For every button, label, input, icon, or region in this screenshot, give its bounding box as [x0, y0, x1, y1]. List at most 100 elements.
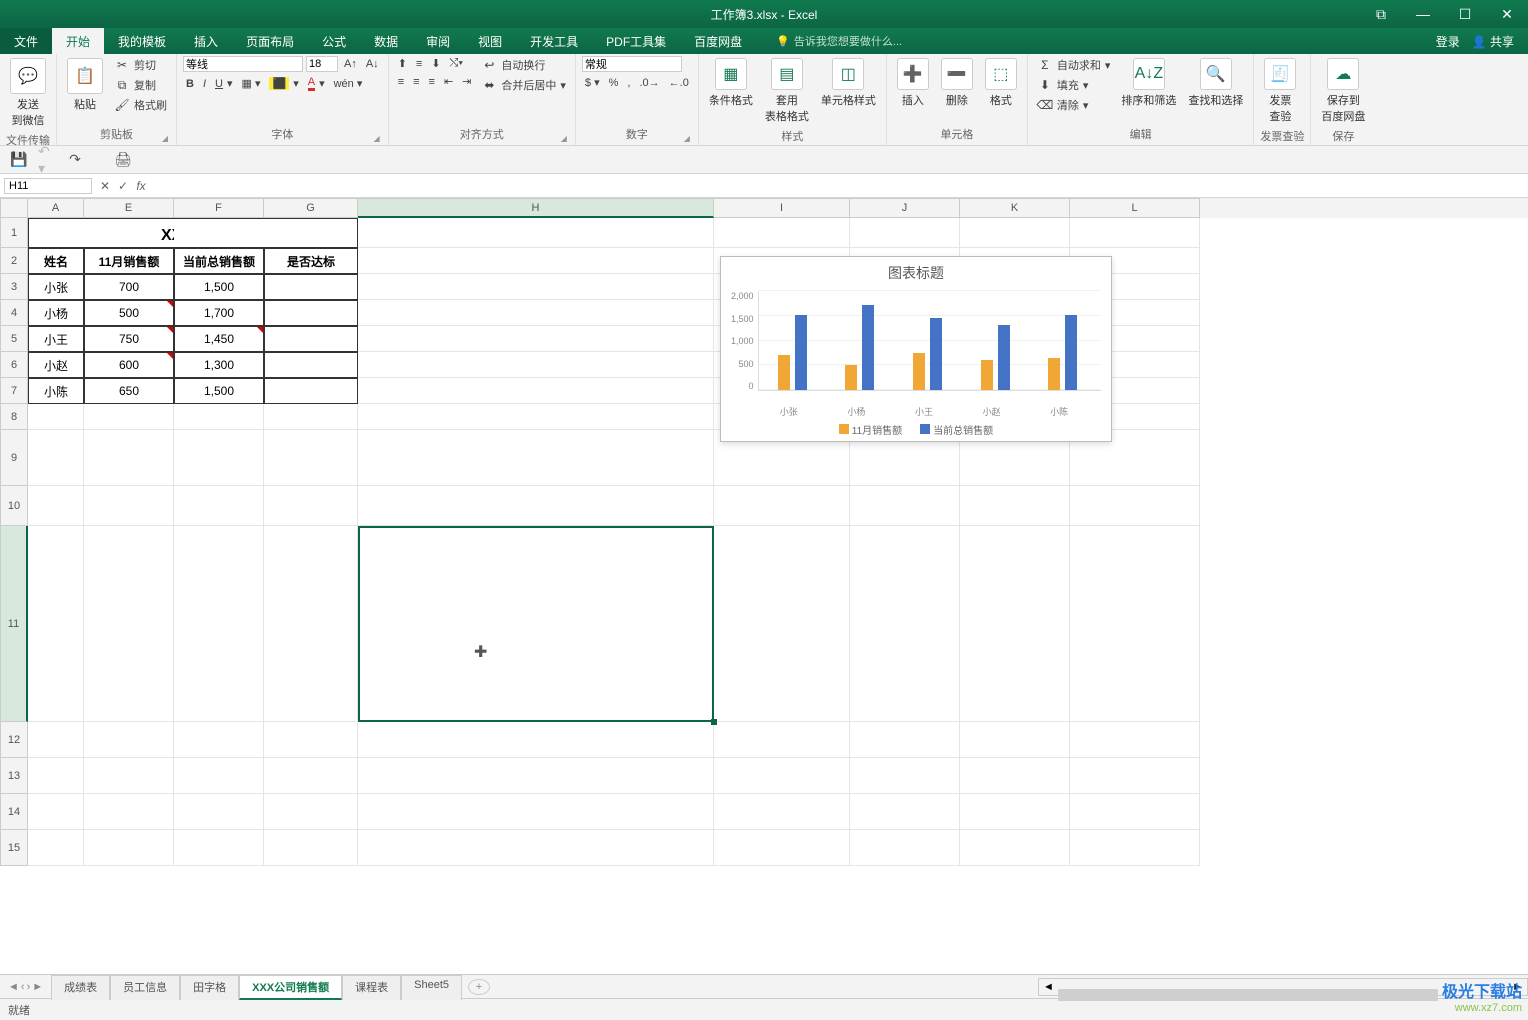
cell-H15[interactable]	[358, 830, 714, 866]
tab-百度网盘[interactable]: 百度网盘	[680, 28, 756, 54]
tab-PDF工具集[interactable]: PDF工具集	[592, 28, 680, 54]
save-to-baidu-button[interactable]: ☁保存到 百度网盘	[1317, 56, 1369, 126]
send-to-wechat-button[interactable]: 💬 发送 到微信	[6, 56, 50, 130]
tab-插入[interactable]: 插入	[180, 28, 232, 54]
comment-indicator-icon[interactable]	[167, 353, 173, 359]
cell-G9[interactable]	[264, 430, 358, 486]
row-header-4[interactable]: 4	[0, 300, 28, 326]
cell-H14[interactable]	[358, 794, 714, 830]
chart-bar[interactable]	[795, 315, 807, 390]
cell-F15[interactable]	[174, 830, 264, 866]
find-select-button[interactable]: 🔍查找和选择	[1184, 56, 1247, 110]
cell-L10[interactable]	[1070, 486, 1200, 526]
cell-F5[interactable]: 1,450	[174, 326, 264, 352]
cell-K14[interactable]	[960, 794, 1070, 830]
cell-I1[interactable]	[714, 218, 850, 248]
indent-increase-icon[interactable]: ⇥	[459, 74, 474, 89]
cell-J10[interactable]	[850, 486, 960, 526]
cell-H1[interactable]	[358, 218, 714, 248]
fill-handle[interactable]	[711, 719, 717, 725]
chart-bar[interactable]	[1065, 315, 1077, 390]
cell-A9[interactable]	[28, 430, 84, 486]
cell-L15[interactable]	[1070, 830, 1200, 866]
cell-G14[interactable]	[264, 794, 358, 830]
chart-bar[interactable]	[778, 355, 790, 390]
align-center-icon[interactable]: ≡	[410, 75, 422, 89]
chart-object[interactable]: 图表标题 2,0001,5001,0005000 小张小杨小王小赵小陈 11月销…	[720, 256, 1112, 442]
tell-me-search[interactable]: 💡 告诉我您想要做什么...	[776, 33, 902, 49]
cell-H11[interactable]	[358, 526, 714, 722]
decrease-decimal-icon[interactable]: ←.0	[666, 76, 692, 90]
row-header-15[interactable]: 15	[0, 830, 28, 866]
legend-item[interactable]: 11月销售额	[839, 422, 902, 437]
italic-button[interactable]: I	[200, 77, 209, 91]
chart-bar[interactable]	[845, 365, 857, 390]
cell-I14[interactable]	[714, 794, 850, 830]
cell-J15[interactable]	[850, 830, 960, 866]
col-header-F[interactable]: F	[174, 198, 264, 218]
sheet-tab-XXX公司销售额[interactable]: XXX公司销售额	[239, 975, 342, 1000]
cell-J12[interactable]	[850, 722, 960, 758]
cell-G6[interactable]	[264, 352, 358, 378]
col-header-I[interactable]: I	[714, 198, 850, 218]
cell-F12[interactable]	[174, 722, 264, 758]
invoice-check-button[interactable]: 🧾发票 查验	[1260, 56, 1300, 126]
chart-bar[interactable]	[913, 353, 925, 391]
merge-center-button[interactable]: ⬌合并后居中 ▾	[478, 76, 569, 94]
chart-title[interactable]: 图表标题	[721, 257, 1111, 285]
chart-bar[interactable]	[998, 325, 1010, 390]
number-format-combo[interactable]	[582, 56, 682, 72]
cell-J1[interactable]	[850, 218, 960, 248]
undo-icon[interactable]: ↶ ▾	[38, 151, 56, 169]
cell-A14[interactable]	[28, 794, 84, 830]
cell-K15[interactable]	[960, 830, 1070, 866]
cell-A5[interactable]: 小王	[28, 326, 84, 352]
cell-G15[interactable]	[264, 830, 358, 866]
cell-E12[interactable]	[84, 722, 174, 758]
cell-H12[interactable]	[358, 722, 714, 758]
row-header-6[interactable]: 6	[0, 352, 28, 378]
cell-E5[interactable]: 750	[84, 326, 174, 352]
row-header-13[interactable]: 13	[0, 758, 28, 794]
cell-J14[interactable]	[850, 794, 960, 830]
cell-E11[interactable]	[84, 526, 174, 722]
tab-公式[interactable]: 公式	[308, 28, 360, 54]
font-size-combo[interactable]	[306, 56, 338, 72]
cell-K10[interactable]	[960, 486, 1070, 526]
sheet-tab-课程表[interactable]: 课程表	[342, 975, 401, 1000]
cell-F1[interactable]	[174, 218, 264, 248]
cell-K12[interactable]	[960, 722, 1070, 758]
col-header-H[interactable]: H	[358, 198, 714, 218]
copy-button[interactable]: ⧉复制	[111, 76, 170, 94]
formula-bar[interactable]	[150, 178, 1528, 194]
cell-E9[interactable]	[84, 430, 174, 486]
cell-L11[interactable]	[1070, 526, 1200, 722]
sort-filter-button[interactable]: A↓Z排序和筛选	[1117, 56, 1180, 110]
tab-scroll-last-icon[interactable]: ►	[32, 981, 43, 993]
cell-F4[interactable]: 1,700	[174, 300, 264, 326]
col-header-K[interactable]: K	[960, 198, 1070, 218]
restore-window-icon[interactable]: ⧉	[1360, 0, 1402, 28]
new-sheet-button[interactable]: +	[468, 979, 490, 995]
cell-E8[interactable]	[84, 404, 174, 430]
redo-icon[interactable]: ↷	[66, 151, 84, 169]
cell-H4[interactable]	[358, 300, 714, 326]
indent-decrease-icon[interactable]: ⇤	[441, 74, 456, 89]
cell-I11[interactable]	[714, 526, 850, 722]
row-header-10[interactable]: 10	[0, 486, 28, 526]
cell-A8[interactable]	[28, 404, 84, 430]
save-icon[interactable]: 💾	[10, 151, 28, 169]
share-button[interactable]: 👤 共享	[1472, 33, 1514, 50]
cell-G10[interactable]	[264, 486, 358, 526]
clear-button[interactable]: ⌫清除 ▾	[1034, 96, 1114, 114]
cell-F13[interactable]	[174, 758, 264, 794]
cell-H7[interactable]	[358, 378, 714, 404]
cancel-formula-icon[interactable]: ✕	[96, 179, 114, 193]
tab-视图[interactable]: 视图	[464, 28, 516, 54]
enter-formula-icon[interactable]: ✓	[114, 179, 132, 193]
tab-开发工具[interactable]: 开发工具	[516, 28, 592, 54]
cell-I13[interactable]	[714, 758, 850, 794]
underline-button[interactable]: U ▾	[212, 76, 235, 91]
cell-E13[interactable]	[84, 758, 174, 794]
increase-decimal-icon[interactable]: .0→	[636, 76, 662, 90]
